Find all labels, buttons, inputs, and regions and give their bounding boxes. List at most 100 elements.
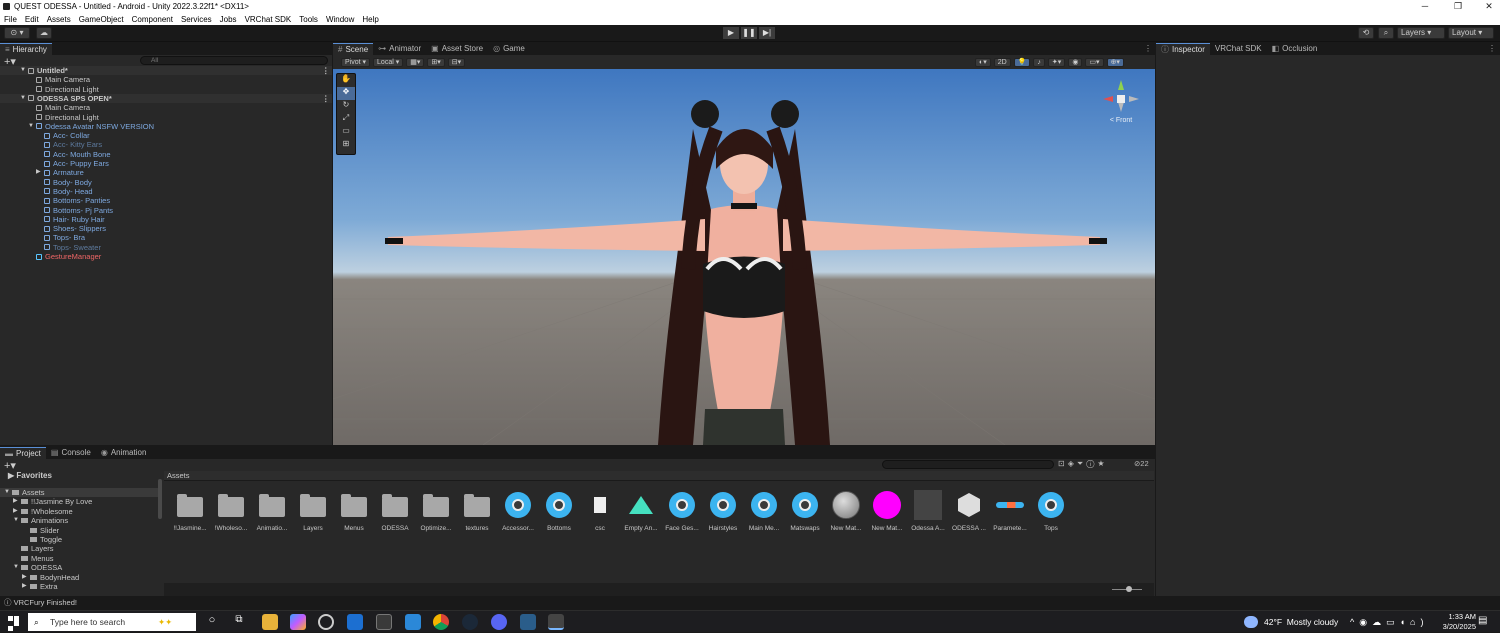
folder-tree-item[interactable]: ▶ BodynHead	[0, 573, 158, 582]
favorites-header[interactable]: ▶ Favorites	[8, 471, 52, 480]
hierarchy-row[interactable]: ▼ Untitled* ⋮	[0, 66, 332, 76]
menu-window[interactable]: Window	[326, 15, 354, 24]
asset-tile[interactable]: Optimize...	[418, 491, 454, 532]
layout-dropdown[interactable]: Layout ▾	[1448, 27, 1494, 39]
tab-project[interactable]: ▬ Project	[0, 447, 46, 459]
step-button[interactable]: ▶|	[759, 27, 775, 39]
start-button[interactable]	[8, 616, 20, 631]
notifications-icon[interactable]: ▤	[1478, 615, 1487, 626]
hierarchy-row[interactable]: Acc- Collar	[0, 131, 332, 140]
hierarchy-row[interactable]: Acc- Puppy Ears	[0, 159, 332, 168]
gizmos-button[interactable]: ⊕▾	[1106, 57, 1124, 67]
sketch-app-icon[interactable]	[405, 614, 421, 630]
camera-settings-icon[interactable]: ▭▾	[1085, 57, 1104, 67]
hierarchy-row[interactable]: Body- Head	[0, 187, 332, 196]
scale-tool-icon[interactable]: ⤢	[337, 113, 355, 126]
hierarchy-row[interactable]: Acc- Mouth Bone	[0, 150, 332, 159]
collapsed-arrow-icon[interactable]: ▶	[22, 573, 27, 582]
history-icon[interactable]: ⟲	[1358, 27, 1374, 39]
file-explorer-icon[interactable]	[262, 614, 278, 630]
weather-widget[interactable]: 42°F Mostly cloudy	[1264, 611, 1338, 633]
toggle-2d-button[interactable]: 2D	[993, 57, 1011, 67]
move-tool-icon[interactable]: ✥	[337, 87, 355, 100]
tab-vrchat-sdk[interactable]: VRChat SDK	[1210, 43, 1267, 55]
expand-arrow-icon[interactable]: ▼	[28, 122, 34, 131]
account-dropdown[interactable]: ⊙ ▾	[4, 27, 30, 39]
asset-tile[interactable]: ODESSA	[377, 491, 413, 532]
asset-tile[interactable]: Matswaps	[787, 491, 823, 532]
folder-tree-item[interactable]: Toggle	[0, 535, 158, 544]
scene-menu-icon[interactable]: ⋮	[322, 66, 330, 75]
layers-dropdown[interactable]: Layers ▾	[1397, 27, 1445, 39]
folder-tree-item[interactable]: Slider	[0, 526, 158, 535]
tab-console[interactable]: ▤ Console	[46, 447, 96, 459]
hand-tool-icon[interactable]: ✋	[337, 74, 355, 87]
close-button[interactable]: ✕	[1478, 0, 1500, 13]
hierarchy-row[interactable]: ▶ Armature	[0, 168, 332, 177]
more-options-icon[interactable]: ⋮	[1144, 44, 1152, 53]
store-icon[interactable]	[376, 614, 392, 630]
asset-tile[interactable]: textures	[459, 491, 495, 532]
hierarchy-row[interactable]: Acc- Kitty Ears	[0, 140, 332, 149]
pivot-dropdown[interactable]: Pivot ▾	[341, 57, 371, 67]
expand-arrow-icon[interactable]: ▼	[4, 488, 10, 497]
snap-increment-button[interactable]: ⊞▾	[427, 57, 445, 67]
effects-toggle-icon[interactable]: ✦▾	[1047, 57, 1066, 67]
hierarchy-row[interactable]: ▼ ODESSA SPS OPEN* ⋮	[0, 93, 332, 104]
hierarchy-row[interactable]: Tops- Sweater	[0, 243, 332, 252]
orientation-gizmo[interactable]: < Front	[1099, 77, 1143, 125]
breadcrumb[interactable]: Assets	[164, 471, 1154, 481]
folder-tree-item[interactable]: ▶ !Wholesome	[0, 507, 158, 516]
asset-tile[interactable]: Tops	[1033, 491, 1069, 532]
taskbar-search-input[interactable]: ⌕ Type here to search ✦✦	[28, 613, 196, 631]
tab-occlusion[interactable]: ◧ Occlusion	[1267, 43, 1323, 55]
asset-tile[interactable]: Bottoms	[541, 491, 577, 532]
hierarchy-row[interactable]: Main Camera	[0, 75, 332, 84]
expand-arrow-icon[interactable]: ▼	[13, 516, 19, 525]
asset-tile[interactable]: New Mat...	[828, 491, 864, 532]
rotate-tool-icon[interactable]: ↻	[337, 100, 355, 113]
cloud-icon[interactable]: ☁	[36, 27, 52, 39]
copilot-icon[interactable]	[290, 614, 306, 630]
hierarchy-row[interactable]: Shoes- Slippers	[0, 224, 332, 233]
tab-animation[interactable]: ◉ Animation	[96, 447, 152, 459]
expand-arrow-icon[interactable]: ▼	[20, 94, 26, 103]
rect-tool-icon[interactable]: ▭	[337, 126, 355, 139]
asset-tile[interactable]: !Wholeso...	[213, 491, 249, 532]
asset-tile[interactable]: csc	[582, 491, 618, 532]
hierarchy-row[interactable]: Main Camera	[0, 103, 332, 112]
maximize-button[interactable]: ❐	[1447, 0, 1469, 13]
asset-tile[interactable]: Face Ges...	[664, 491, 700, 532]
collapsed-arrow-icon[interactable]: ▶	[13, 507, 18, 516]
asset-tile[interactable]: Accessor...	[500, 491, 536, 532]
tab-scene[interactable]: # Scene	[333, 43, 374, 55]
inspector-more-icon[interactable]: ⋮	[1488, 44, 1496, 53]
asset-tile[interactable]: ODESSA ...	[951, 491, 987, 532]
hierarchy-row[interactable]: GestureManager	[0, 252, 332, 261]
minimize-button[interactable]: ─	[1414, 0, 1436, 13]
menu-vrchat-sdk[interactable]: VRChat SDK	[245, 15, 292, 24]
asset-tile[interactable]: Odessa A...	[910, 490, 946, 532]
collapsed-arrow-icon[interactable]: ▶	[22, 582, 27, 591]
system-tray-icons[interactable]: ^◉☁▭◖⌂)	[1350, 611, 1428, 633]
transform-tool-icon[interactable]: ⊞	[337, 139, 355, 152]
asset-tile[interactable]: Empty An...	[623, 491, 659, 532]
outlook-icon[interactable]	[347, 614, 363, 630]
asset-tile[interactable]: Hairstyles	[705, 491, 741, 532]
scene-menu-icon[interactable]: ⋮	[322, 94, 330, 103]
folder-tree-item[interactable]: ▶ !!Jasmine By Love	[0, 497, 158, 506]
lighting-toggle-icon[interactable]: 💡	[1013, 57, 1031, 67]
asset-tile[interactable]: Layers	[295, 491, 331, 532]
hierarchy-row[interactable]: Directional Light	[0, 85, 332, 94]
shading-mode-button[interactable]: ◐▾	[975, 57, 991, 67]
menu-edit[interactable]: Edit	[25, 15, 39, 24]
folder-tree-item[interactable]: ▶ Extra	[0, 582, 158, 591]
grid-snap-button[interactable]: ▦▾	[406, 57, 425, 67]
tab-asset-store[interactable]: ▣ Asset Store	[426, 43, 488, 55]
expand-arrow-icon[interactable]: ▼	[20, 66, 26, 75]
menu-file[interactable]: File	[4, 15, 17, 24]
project-filter-icons[interactable]: ⊡◈⏷ⓘ★	[1058, 459, 1108, 469]
tab-hierarchy[interactable]: ≡ Hierarchy	[0, 43, 52, 55]
hierarchy-row[interactable]: Body- Body	[0, 178, 332, 187]
tree-scrollbar[interactable]	[158, 479, 162, 519]
